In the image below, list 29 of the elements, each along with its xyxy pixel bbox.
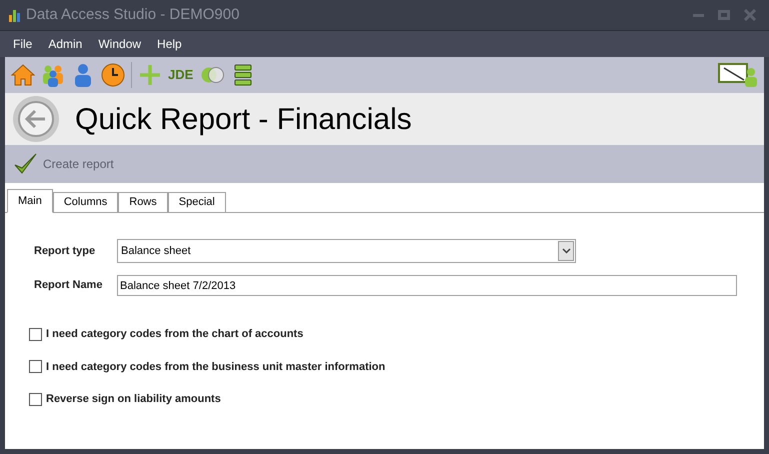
checkbox[interactable] (29, 328, 42, 341)
checkbox-label: I need category codes from the business unit master information (46, 360, 386, 374)
checkbox[interactable] (29, 360, 42, 374)
users-icon[interactable] (41, 63, 65, 87)
checkbox-label: Reverse sign on liability amounts (46, 392, 221, 407)
checkbox-label: I need category codes from the chart of accounts (46, 327, 304, 342)
report-name-field[interactable]: Balance sheet 7/2/2013 (117, 275, 737, 296)
presenter-icon[interactable] (718, 63, 758, 87)
tab[interactable]: Columns (52, 192, 118, 213)
menu-item[interactable]: Help (149, 35, 190, 53)
bar-chart-icon (8, 8, 22, 22)
clock-icon[interactable] (101, 63, 125, 87)
menu-item[interactable]: File (5, 35, 40, 53)
tab[interactable]: Rows (118, 192, 168, 213)
menu-item[interactable]: Admin (40, 35, 90, 53)
back-button[interactable] (13, 96, 59, 142)
report-type-dropdown[interactable]: Balance sheet (117, 239, 576, 263)
tab[interactable]: Special (168, 192, 226, 213)
menu-item[interactable]: Window (90, 35, 150, 53)
chevron-down-icon (562, 248, 570, 254)
checkmark-icon (13, 152, 37, 176)
field-label: Report type (33, 244, 96, 259)
checkbox[interactable] (29, 392, 42, 406)
window-title: Data Access Studio - DEMO900 (26, 4, 240, 25)
close-icon (744, 9, 756, 21)
page-title: Quick Report - Financials (75, 102, 412, 138)
home-icon[interactable] (11, 63, 35, 87)
tab[interactable]: Main (7, 189, 53, 213)
field-label: Report Name (33, 278, 104, 294)
